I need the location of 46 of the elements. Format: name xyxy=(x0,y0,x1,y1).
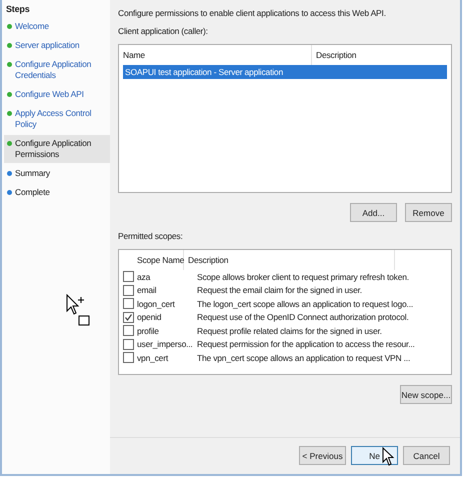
new-scope-button[interactable]: New scope... xyxy=(400,385,452,404)
mouse-pointer-icon xyxy=(382,447,396,467)
scope-description: Request permission for the application to access the resour... xyxy=(196,339,415,350)
checkbox[interactable] xyxy=(123,338,134,350)
step-item[interactable]: Configure Application Credentials xyxy=(4,56,110,84)
checkbox[interactable] xyxy=(123,352,134,364)
scope-name: openid xyxy=(136,312,162,322)
checkbox[interactable] xyxy=(123,312,134,323)
scope-description: Request the email claim for the signed in user. xyxy=(196,285,362,296)
column-header[interactable]: Scope Name xyxy=(119,250,184,270)
step-item[interactable]: Welcome xyxy=(4,18,110,35)
scope-description: The logon_cert scope allows an application to request logo... xyxy=(196,298,414,309)
scope-description: The vpn_cert scope allows an application to request VPN ... xyxy=(196,352,410,363)
step-item[interactable]: Configure Web API xyxy=(4,86,110,103)
step-item[interactable]: Summary xyxy=(4,165,110,182)
step-item[interactable]: Configure Application Permissions xyxy=(4,135,110,163)
scope-name: vpn_cert xyxy=(136,352,170,363)
scope-name: user_imperso... xyxy=(136,339,191,350)
dialog-button[interactable]: Remove xyxy=(405,203,452,222)
checkbox[interactable] xyxy=(123,271,134,282)
step-item[interactable]: Apply Access Control Policy xyxy=(4,105,110,133)
column-header[interactable]: Description xyxy=(312,50,356,60)
scope-description: Request profile related claims for the signed in user. xyxy=(196,326,382,336)
scope-name: email xyxy=(136,285,158,296)
scope-description: Request use of the OpenID Connect authorization protocol. xyxy=(196,312,409,322)
scope-list[interactable] xyxy=(118,249,452,375)
copy-pointer-icon xyxy=(66,294,92,328)
wizard-button[interactable]: < Previous xyxy=(299,446,346,465)
dialog-button[interactable]: Add... xyxy=(350,203,397,222)
scope-name: aza xyxy=(136,272,152,282)
step-item[interactable]: Server application xyxy=(4,37,110,54)
scope-name: profile xyxy=(136,326,160,336)
step-item[interactable]: Complete xyxy=(4,184,110,201)
checkbox[interactable] xyxy=(123,284,134,296)
wizard-button[interactable]: Cancel xyxy=(403,446,450,465)
scopes-label: Permitted scopes: xyxy=(118,231,184,241)
client-label: Client application (caller): xyxy=(118,26,209,36)
checkbox[interactable] xyxy=(123,325,134,336)
column-header[interactable]: Description xyxy=(184,250,395,270)
scope-name: logon_cert xyxy=(136,298,176,309)
client-list[interactable]: Name Description SOAPUI test application - Server application xyxy=(118,44,452,193)
steps-heading: Steps xyxy=(6,4,31,14)
scope-description: Scope allows broker client to request primary refresh token. xyxy=(196,272,409,282)
client-row[interactable]: SOAPUI test application - Server application xyxy=(123,65,447,79)
intro-text: Configure permissions to enable client applications to access this Web API. xyxy=(118,8,387,18)
checkbox[interactable] xyxy=(123,298,134,310)
